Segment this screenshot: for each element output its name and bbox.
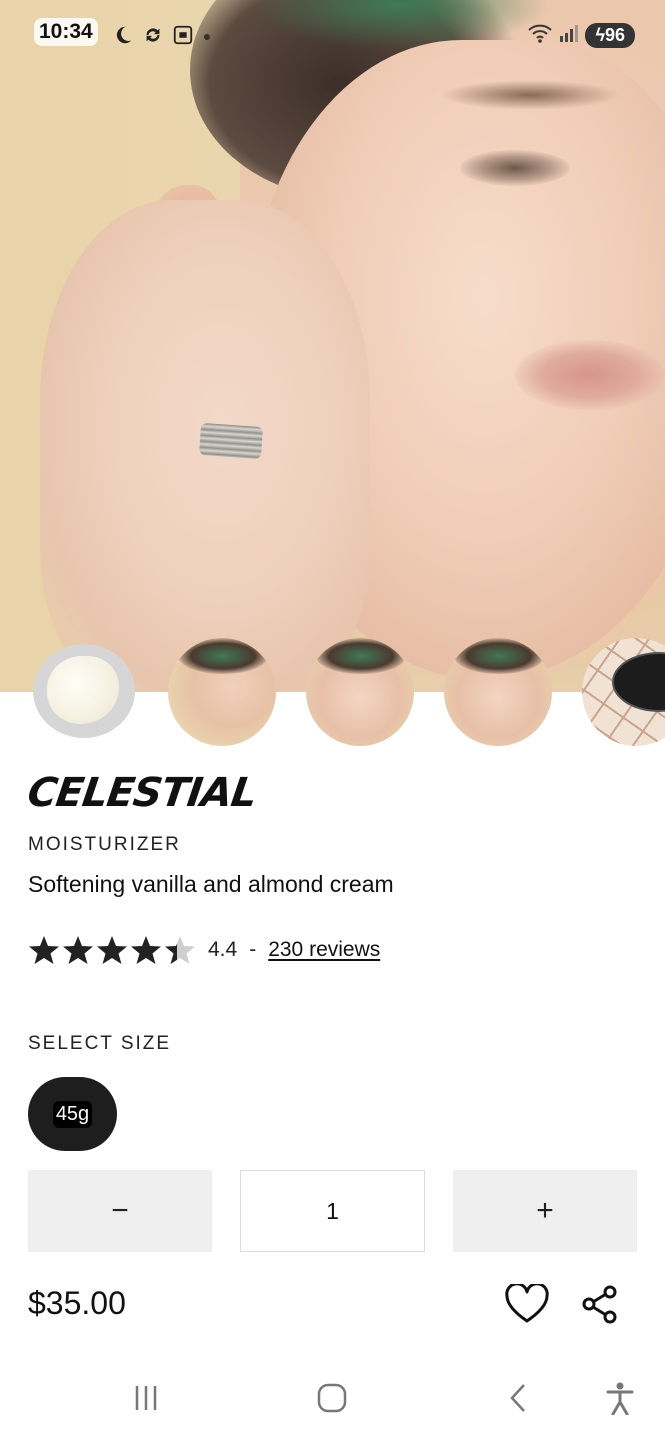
moon-icon [112,24,134,51]
star-icon [29,936,59,964]
star-icon [63,936,93,964]
hero-ring [198,422,264,460]
hero-eye [460,150,570,186]
status-bar: 10:34 ϟ96 [0,18,665,54]
image-thumbnails [0,638,665,748]
screenshot-icon [172,24,194,51]
thumbnail-hair [316,638,406,674]
thumbnail-hair [178,638,268,674]
home-icon[interactable] [312,1378,352,1418]
quantity-field[interactable]: 1 [240,1170,425,1252]
star-icon [131,936,161,964]
product-hero-image[interactable] [0,0,665,692]
size-option-label: 45g [52,1100,93,1128]
thumbnail-2[interactable] [168,638,276,746]
thumbnail-3[interactable] [306,638,414,746]
quantity-increase-button[interactable]: + [453,1170,637,1252]
thumbnail-hair [454,638,544,674]
star-icon [97,936,127,964]
system-nav-bar [0,1360,665,1440]
star-icon [165,936,195,964]
reviews-link[interactable]: 230 reviews [268,938,380,962]
select-size-label: SELECT SIZE [28,1033,172,1054]
product-title: CELESTIAL [24,770,260,816]
battery-level: 96 [604,25,625,45]
size-option-45g[interactable]: 45g [28,1077,117,1151]
battery-bolt-icon: ϟ [595,25,605,45]
product-description: Softening vanilla and almond cream [28,871,394,897]
hero-brow [440,80,620,110]
thumbnail-4[interactable] [444,638,552,746]
battery-indicator: ϟ96 [585,23,635,48]
sync-icon [142,24,164,51]
product-price: $35.00 [28,1285,126,1321]
accessibility-icon[interactable] [600,1378,640,1418]
rating-row: 4.4 - 230 reviews [28,932,380,968]
cream-swatch [47,656,119,724]
back-icon[interactable] [498,1378,538,1418]
rating-separator: - [249,938,257,961]
heart-icon[interactable] [505,1282,549,1328]
wifi-icon [527,22,553,49]
dot-icon [202,29,212,47]
recent-apps-icon[interactable] [126,1378,166,1418]
share-icon[interactable] [580,1284,624,1328]
status-time: 10:34 [34,18,98,46]
rating-value: 4.4 [208,938,238,961]
star-rating [28,934,196,966]
hero-lips [515,340,665,410]
signal-icon [559,24,579,47]
quantity-decrease-button[interactable]: − [28,1170,212,1252]
thumbnail-1[interactable] [33,644,135,738]
status-icons-right: ϟ96 [527,22,635,49]
thumbnail-5[interactable] [582,638,665,746]
status-icons-left [112,24,212,51]
product-category: MOISTURIZER [28,834,181,855]
